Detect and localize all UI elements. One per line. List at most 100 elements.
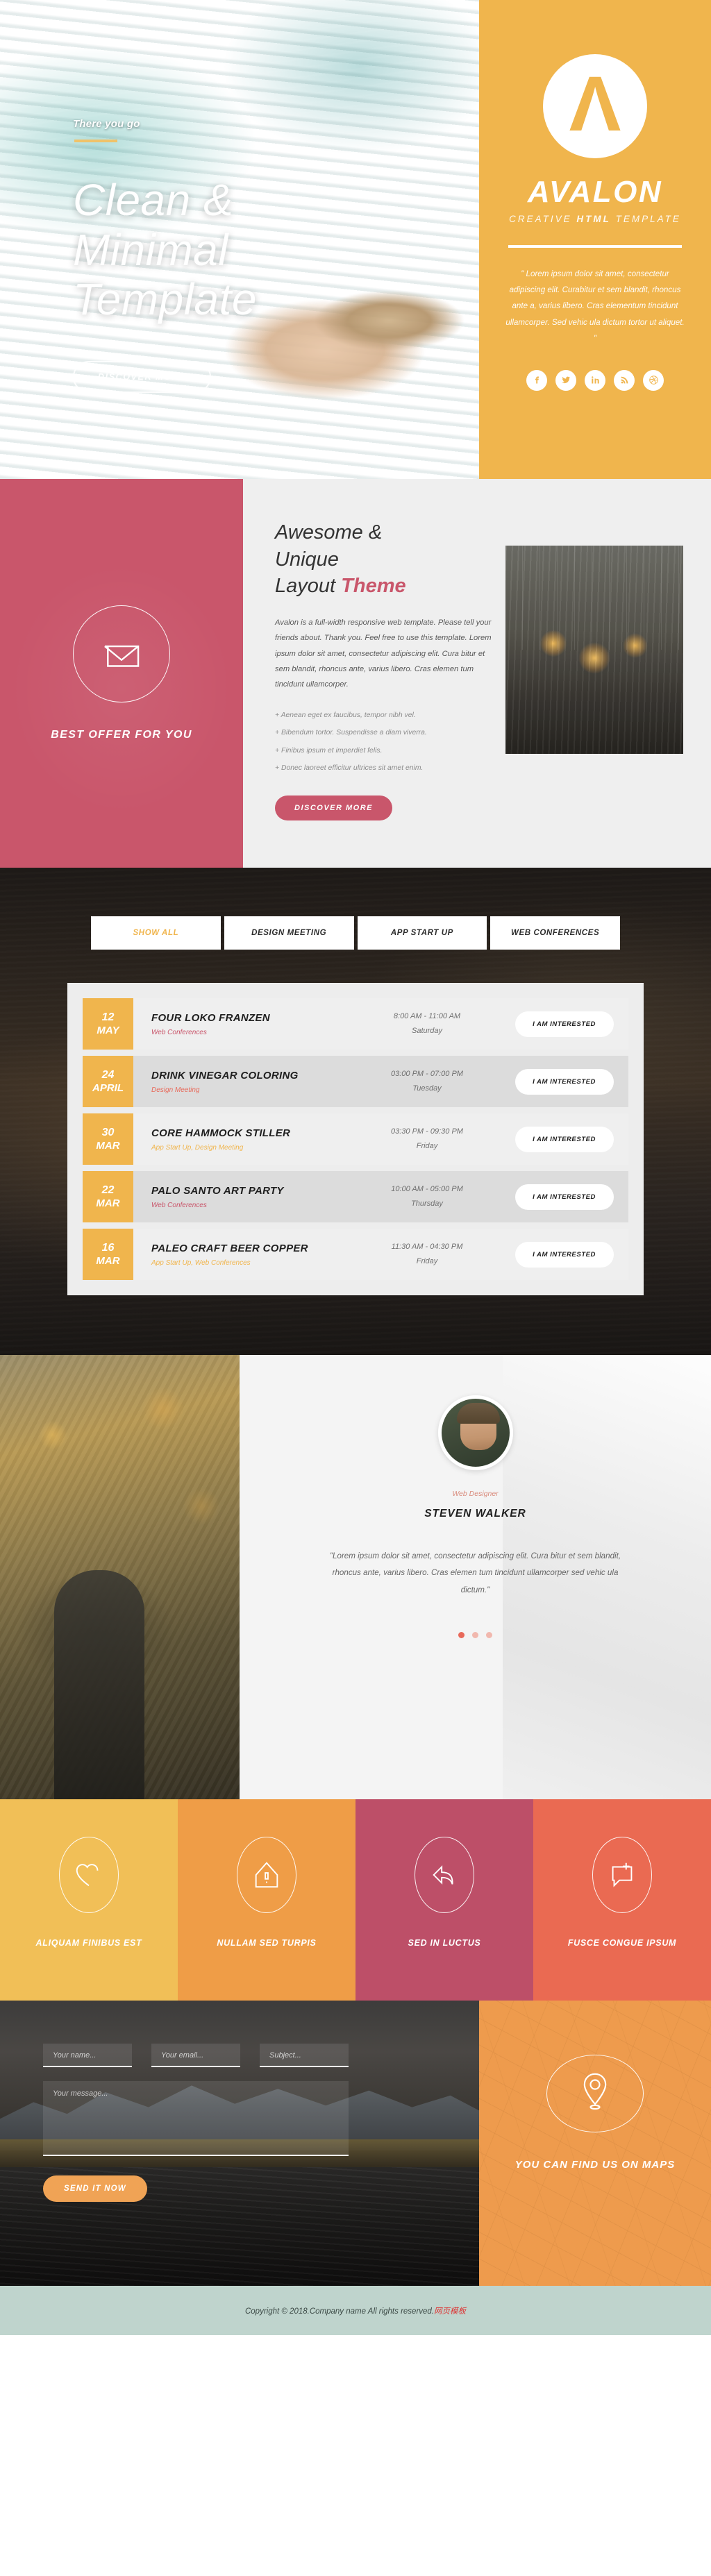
event-time-block: 10:00 AM - 05:00 PM Thursday (354, 1171, 500, 1222)
event-weekday: Friday (416, 1142, 438, 1150)
carousel-dot-3[interactable] (486, 1632, 492, 1639)
table-row[interactable]: 22 MAR PALO SANTO ART PARTY Web Conferen… (83, 1171, 628, 1222)
social-links (526, 369, 664, 391)
map-panel[interactable]: YOU CAN FIND US ON MAPS (479, 2001, 711, 2286)
feature-bullet-list: Aenean eget ex faucibus, tempor nibh vel… (275, 707, 494, 777)
location-pin-icon (546, 2055, 644, 2132)
brand-name: AVALON (527, 175, 663, 209)
feature-heading-line1: Awesome & (275, 521, 383, 544)
feature-section: BEST OFFER FOR YOU Awesome & Unique Layo… (0, 479, 711, 868)
feature-paragraph: Avalon is a full-width responsive web te… (275, 618, 492, 689)
table-row[interactable]: 12 MAY FOUR LOKO FRANZEN Web Conferences… (83, 998, 628, 1050)
table-row[interactable]: 24 APRIL DRINK VINEGAR COLORING Design M… (83, 1056, 628, 1107)
copyright-text: Copyright © 2018.Company name All rights… (245, 2305, 466, 2316)
event-name: PALO SANTO ART PARTY (151, 1184, 284, 1197)
comment-add-icon (592, 1837, 652, 1913)
carousel-dot-1[interactable] (458, 1632, 465, 1639)
events-filter-tabs: SHOW ALL DESIGN MEETING APP START UP WEB… (91, 916, 620, 950)
event-category: Web Conferences (151, 1201, 207, 1209)
carousel-dots (458, 1632, 492, 1639)
brand-divider (508, 245, 682, 248)
rss-icon[interactable] (614, 369, 635, 391)
hero-eyebrow-rule (74, 140, 117, 142)
brand-tagline-strong: HTML (576, 214, 611, 224)
map-label: YOU CAN FIND US ON MAPS (515, 2159, 676, 2171)
tab-show-all[interactable]: SHOW ALL (91, 916, 221, 950)
event-date-badge: 24 APRIL (83, 1056, 133, 1107)
list-item: Bibendum tortor. Suspendisse a diam vive… (275, 724, 494, 741)
message-field[interactable] (43, 2081, 349, 2156)
service-card-fusce-congue-ipsum[interactable]: FUSCE CONGUE IPSUM (533, 1799, 711, 2001)
linkedin-icon[interactable] (585, 369, 605, 391)
tab-design-meeting[interactable]: DESIGN MEETING (224, 916, 354, 950)
hero-discover-more-button[interactable]: DISCOVER MORE (73, 361, 212, 394)
contact-form (43, 2044, 479, 2067)
brand-quote: " Lorem ipsum dolor sit amet, consectetu… (505, 269, 685, 343)
event-time: 11:30 AM - 04:30 PM (391, 1242, 463, 1251)
table-row[interactable]: 16 MAR PALEO CRAFT BEER COPPER App Start… (83, 1229, 628, 1280)
carousel-dot-2[interactable] (472, 1632, 478, 1639)
page-root: There you go Clean & Minimal Template DI… (0, 0, 711, 2335)
event-month: MAR (96, 1139, 120, 1152)
twitter-icon[interactable] (555, 369, 576, 391)
avatar (437, 1395, 513, 1470)
event-date-badge: 12 MAY (83, 998, 133, 1050)
service-card-nullam-sed-turpis[interactable]: NULLAM SED TURPIS (178, 1799, 356, 2001)
service-label: ALIQUAM FINIBUS EST (35, 1938, 142, 1948)
event-time: 03:30 PM - 09:30 PM (391, 1127, 463, 1136)
brand-tagline: CREATIVE HTML TEMPLATE (509, 214, 681, 224)
envelope-icon (73, 605, 170, 702)
event-weekday: Saturday (411, 1027, 443, 1035)
facebook-icon[interactable] (526, 369, 547, 391)
dribbble-icon[interactable] (643, 369, 664, 391)
testimonial-side-image (0, 1355, 240, 1799)
service-label: NULLAM SED TURPIS (217, 1938, 317, 1948)
send-button[interactable]: SEND IT NOW (43, 2175, 147, 2202)
event-category: App Start Up, Web Conferences (151, 1258, 251, 1267)
testimonial-content: Web Designer STEVEN WALKER "Lorem ipsum … (240, 1355, 711, 1799)
hero-banner: There you go Clean & Minimal Template DI… (0, 0, 479, 479)
copyright-suffix: 网页模板 (434, 2307, 467, 2316)
events-section: SHOW ALL DESIGN MEETING APP START UP WEB… (0, 868, 711, 1355)
testimonial-section: Web Designer STEVEN WALKER "Lorem ipsum … (0, 1355, 711, 1799)
service-label: FUSCE CONGUE IPSUM (567, 1938, 677, 1948)
feature-heading-accent: Theme (341, 575, 406, 598)
service-card-aliquam-finibus-est[interactable]: ALIQUAM FINIBUS EST (0, 1799, 178, 2001)
event-day: 16 (101, 1241, 115, 1254)
brand-tagline-post: TEMPLATE (610, 214, 681, 224)
event-name: PALEO CRAFT BEER COPPER (151, 1242, 308, 1254)
hero-eyebrow: There you go (73, 118, 140, 130)
email-field[interactable] (151, 2044, 240, 2067)
interested-button[interactable]: I AM INTERESTED (515, 1126, 614, 1152)
interested-button[interactable]: I AM INTERESTED (515, 1068, 614, 1095)
brand-tagline-pre: CREATIVE (509, 214, 577, 224)
event-name: FOUR LOKO FRANZEN (151, 1011, 270, 1024)
event-category: Design Meeting (151, 1086, 200, 1094)
name-field[interactable] (43, 2044, 132, 2067)
service-card-sed-in-luctus[interactable]: SED IN LUCTUS (356, 1799, 533, 2001)
heart-icon (59, 1837, 119, 1913)
table-row[interactable]: 30 MAR CORE HAMMOCK STILLER App Start Up… (83, 1113, 628, 1165)
subject-field[interactable] (260, 2044, 349, 2067)
event-time: 10:00 AM - 05:00 PM (391, 1184, 463, 1193)
feature-heading-line2: Unique (275, 548, 339, 571)
event-month: MAY (97, 1024, 119, 1036)
event-month: MAR (96, 1197, 120, 1209)
interested-button[interactable]: I AM INTERESTED (515, 1011, 614, 1037)
best-offer-label: BEST OFFER FOR YOU (51, 729, 192, 741)
event-day: 12 (101, 1011, 115, 1023)
event-name: CORE HAMMOCK STILLER (151, 1127, 291, 1139)
feature-discover-more-button[interactable]: DISCOVER MORE (275, 795, 393, 820)
event-time: 8:00 AM - 11:00 AM (393, 1011, 461, 1020)
contact-section: SEND IT NOW YOU CAN FIND US ON MAPS (0, 2001, 711, 2286)
feature-heading: Awesome & Unique Layout Theme (275, 519, 494, 600)
event-day: 22 (101, 1184, 115, 1196)
best-offer-panel: BEST OFFER FOR YOU (0, 479, 243, 868)
tab-web-conferences[interactable]: WEB CONFERENCES (490, 916, 620, 950)
feature-content: Awesome & Unique Layout Theme Avalon is … (243, 479, 711, 868)
interested-button[interactable]: I AM INTERESTED (515, 1241, 614, 1268)
interested-button[interactable]: I AM INTERESTED (515, 1184, 614, 1210)
tab-app-start-up[interactable]: APP START UP (357, 916, 487, 950)
testimonial-name: STEVEN WALKER (424, 1508, 526, 1519)
event-date-badge: 16 MAR (83, 1229, 133, 1280)
